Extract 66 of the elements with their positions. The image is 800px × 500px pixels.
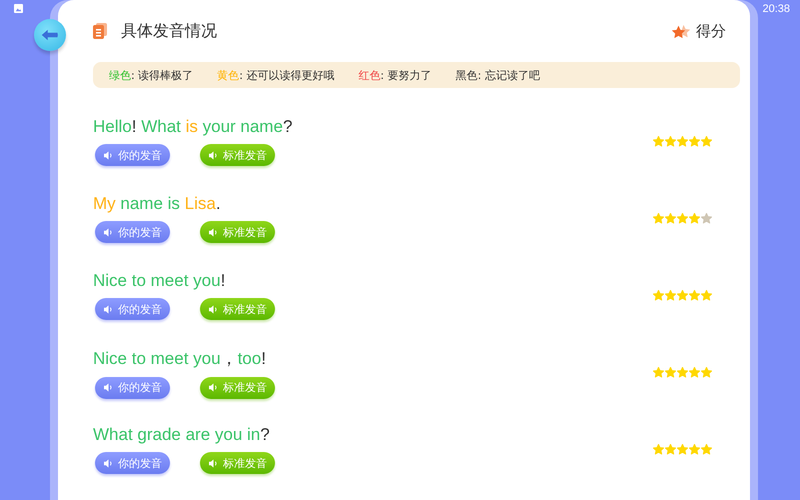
speaker-icon (208, 228, 219, 236)
document-icon (93, 23, 107, 39)
stars-icon (671, 24, 691, 38)
star-icon (689, 213, 700, 224)
legend-color-name: 绿色 (109, 68, 131, 82)
status-time: 20:38 (762, 3, 790, 15)
your-pronunciation-button[interactable]: 你的发音 (95, 221, 170, 243)
sentence-text: Nice to meet you，too! (93, 348, 267, 370)
speaker-icon (103, 304, 114, 314)
star-icon (653, 367, 664, 378)
star-icon (689, 136, 700, 147)
star-icon (653, 290, 664, 301)
standard-pronunciation-button[interactable]: 标准发音 (200, 376, 275, 398)
your-pronunciation-button[interactable]: 你的发音 (95, 298, 170, 320)
legend-meaning: : 读得棒极了 (131, 68, 194, 82)
your-pronunciation-button[interactable]: 你的发音 (95, 144, 170, 166)
star-icon (665, 213, 676, 224)
speaker-icon (103, 150, 114, 160)
star-icon (653, 136, 664, 147)
star-icon (701, 136, 712, 147)
sentence-text: Nice to meet you! (93, 271, 226, 291)
star-icon (665, 444, 676, 455)
sentence-text: What grade are you in? (93, 425, 271, 445)
speaker-icon (208, 150, 219, 160)
your-pronunciation-button[interactable]: 你的发音 (95, 376, 170, 398)
sentence-text: Hello! What is your name? (93, 117, 294, 137)
legend-color-name: 黄色 (217, 68, 240, 82)
speaker-icon (208, 383, 219, 392)
star-icon (665, 290, 676, 301)
star-icon (677, 367, 688, 378)
sentence-text: My name is Lisa. (93, 194, 222, 214)
speaker-icon (103, 383, 114, 392)
standard-pronunciation-button[interactable]: 标准发音 (200, 298, 275, 320)
standard-pronunciation-button[interactable]: 标准发音 (200, 452, 275, 474)
star-icon (701, 367, 712, 378)
score-label: 得分 (696, 22, 726, 40)
legend-meaning: : 要努力了 (380, 68, 432, 82)
star-icon (689, 367, 700, 378)
star-icon (701, 290, 712, 301)
speaker-icon (103, 458, 114, 468)
star-icon (677, 136, 688, 147)
your-pronunciation-button[interactable]: 你的发音 (95, 452, 170, 474)
star-icon (689, 444, 700, 455)
star-icon (677, 444, 688, 455)
legend-color-name: 黑色 (456, 68, 478, 82)
standard-pronunciation-button[interactable]: 标准发音 (200, 221, 275, 243)
speaker-icon (208, 458, 219, 468)
legend-color-name: 红色 (358, 68, 380, 82)
star-icon (665, 367, 676, 378)
arrow-left-icon (41, 29, 59, 41)
speaker-icon (208, 304, 219, 314)
star-icon (701, 213, 712, 224)
back-button[interactable] (34, 19, 66, 51)
star-icon (677, 213, 688, 224)
speaker-icon (103, 228, 114, 236)
standard-pronunciation-button[interactable]: 标准发音 (200, 144, 275, 166)
legend-meaning: : 还可以读得更好哦 (239, 68, 334, 82)
star-icon (653, 444, 664, 455)
star-icon (689, 290, 700, 301)
page-title: 具体发音情况 (121, 20, 217, 42)
image-icon (14, 4, 23, 13)
star-icon (701, 444, 712, 455)
star-icon (653, 213, 664, 224)
legend-meaning: : 忘记读了吧 (478, 68, 540, 82)
star-icon (665, 136, 676, 147)
star-icon (677, 290, 688, 301)
